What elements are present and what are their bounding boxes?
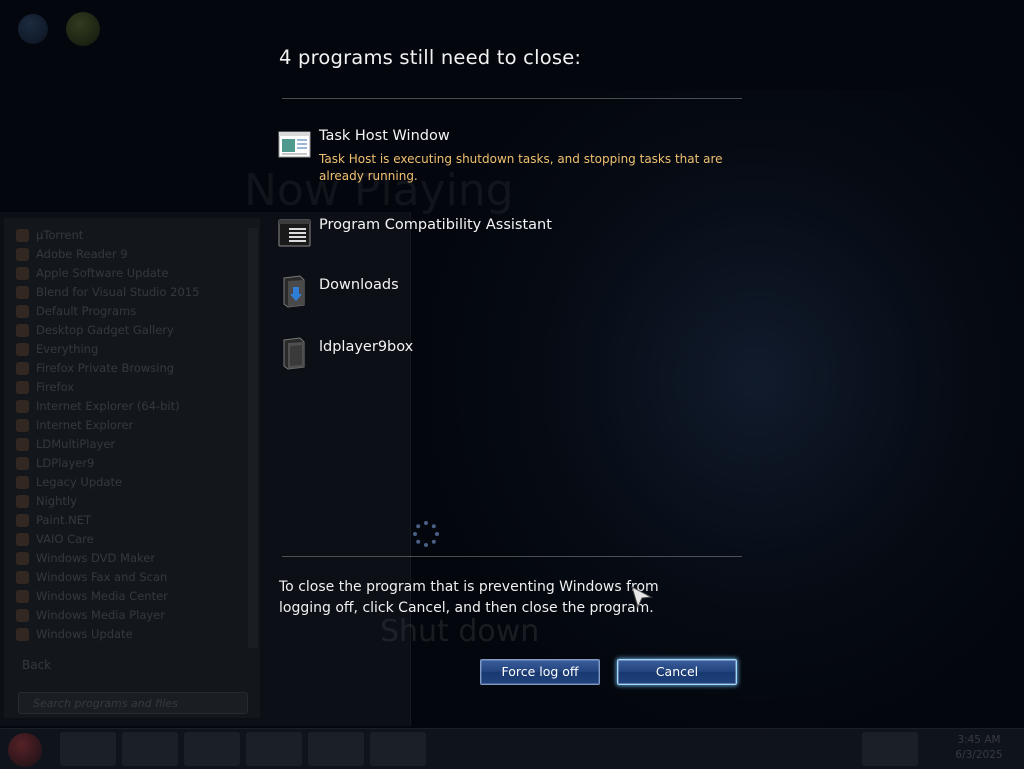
start-menu-item: Firefox Private Browsing bbox=[14, 359, 199, 378]
task-host-icon bbox=[278, 131, 311, 158]
start-menu-item: Nightly bbox=[14, 492, 199, 511]
gadget-icon bbox=[18, 14, 48, 44]
start-menu-item: LDMultiPlayer bbox=[14, 435, 199, 454]
start-menu-item: Adobe Reader 9 bbox=[14, 245, 199, 264]
busy-spinner-icon bbox=[413, 521, 439, 547]
mouse-cursor-icon bbox=[631, 586, 653, 609]
divider-bottom bbox=[282, 556, 742, 557]
background-glow bbox=[430, 90, 1024, 730]
start-menu-scrollbar bbox=[248, 228, 258, 648]
taskbar-button bbox=[246, 732, 302, 766]
start-menu-item: Blend for Visual Studio 2015 bbox=[14, 283, 199, 302]
start-menu-item: Windows DVD Maker bbox=[14, 549, 199, 568]
console-window-icon bbox=[278, 219, 311, 247]
start-menu-item: µTorrent bbox=[14, 226, 199, 245]
folder-icon bbox=[283, 337, 305, 370]
start-menu-item: Desktop Gadget Gallery bbox=[14, 321, 199, 340]
force-log-off-button[interactable]: Force log off bbox=[480, 659, 600, 685]
taskbar-button bbox=[184, 732, 240, 766]
start-menu-program-list: µTorrent Adobe Reader 9 Apple Software Upd… bbox=[14, 226, 199, 644]
start-menu-item: Internet Explorer (64-bit) bbox=[14, 397, 199, 416]
divider-top bbox=[282, 98, 742, 99]
start-menu-item: Everything bbox=[14, 340, 199, 359]
taskbar-button bbox=[60, 732, 116, 766]
start-menu-item: Windows Media Center bbox=[14, 587, 199, 606]
taskbar-clock: 3:45 AM 6/3/2025 bbox=[944, 733, 1014, 763]
dialog-title: 4 programs still need to close: bbox=[279, 46, 582, 69]
start-menu-item: Windows Update bbox=[14, 625, 199, 644]
program-name: Task Host Window bbox=[319, 128, 450, 144]
start-menu-item: Paint.NET bbox=[14, 511, 199, 530]
program-name: Program Compatibility Assistant bbox=[319, 217, 552, 233]
start-menu-back: Back bbox=[22, 658, 52, 672]
gadget-icon bbox=[66, 12, 100, 46]
start-menu-item: Legacy Update bbox=[14, 473, 199, 492]
taskbar-button bbox=[862, 732, 918, 766]
clock-date: 6/3/2025 bbox=[955, 749, 1003, 761]
program-description: Task Host is executing shutdown tasks, a… bbox=[319, 152, 723, 183]
cancel-button[interactable]: Cancel bbox=[617, 659, 737, 685]
start-menu-item: Apple Software Update bbox=[14, 264, 199, 283]
program-name: Downloads bbox=[319, 277, 399, 293]
program-name: ldplayer9box bbox=[319, 339, 414, 355]
start-menu-item: VAIO Care bbox=[14, 530, 199, 549]
taskbar-button bbox=[122, 732, 178, 766]
start-menu-programs-pane: µTorrent Adobe Reader 9 Apple Software Upd… bbox=[4, 218, 260, 718]
start-menu-item: Default Programs bbox=[14, 302, 199, 321]
taskbar-ghost: 3:45 AM 6/3/2025 bbox=[0, 728, 1024, 769]
clock-time: 3:45 AM bbox=[957, 734, 1001, 746]
downloads-folder-icon bbox=[283, 275, 305, 308]
start-orb-icon bbox=[8, 733, 42, 767]
taskbar-button bbox=[370, 732, 426, 766]
start-menu-search-input: Search programs and files bbox=[18, 692, 248, 714]
start-menu-item: Windows Media Player bbox=[14, 606, 199, 625]
taskbar-button bbox=[308, 732, 364, 766]
start-menu-item: Firefox bbox=[14, 378, 199, 397]
start-menu-item: Internet Explorer bbox=[14, 416, 199, 435]
start-menu-item: LDPlayer9 bbox=[14, 454, 199, 473]
start-menu-item: Windows Fax and Scan bbox=[14, 568, 199, 587]
